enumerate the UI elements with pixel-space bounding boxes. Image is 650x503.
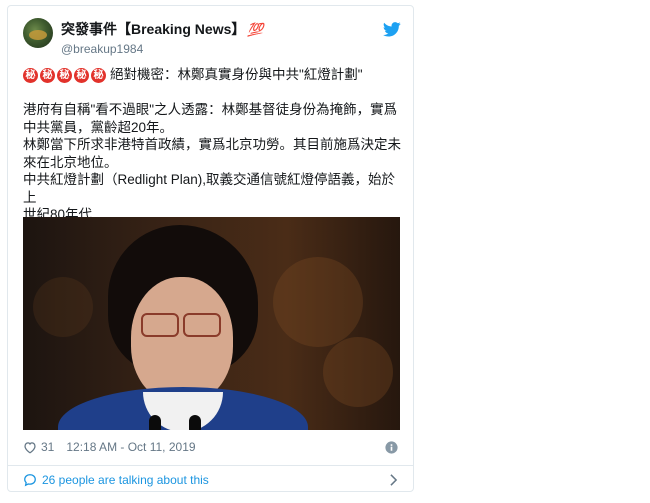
chevron-right-icon (390, 473, 398, 486)
hundred-points-emoji: 💯 (247, 22, 264, 37)
tweet-timestamp[interactable]: 12:18 AM - Oct 11, 2019 (66, 440, 195, 454)
secret-headline-text: 絕對機密：林鄭真實身份與中共"紅燈計劃" (110, 67, 363, 83)
conversation-label: 26 people are talking about this (42, 472, 209, 487)
secret-emoji-icon: 秘 (40, 67, 55, 83)
conversation-link[interactable]: 26 people are talking about this (23, 471, 398, 488)
twitter-bird-icon[interactable] (383, 22, 401, 37)
author-name-text: 突發事件【Breaking News】 (61, 21, 246, 37)
author-display-name[interactable]: 突發事件【Breaking News】 💯 (61, 19, 264, 39)
secret-emoji-icon: 秘 (23, 67, 38, 83)
heart-icon[interactable] (23, 441, 37, 454)
secret-emoji-icon: 秘 (57, 67, 72, 83)
info-icon[interactable] (385, 440, 398, 454)
card-divider (8, 465, 413, 466)
comment-bubble-icon (24, 473, 36, 486)
tweet-text: 秘 秘 秘 秘 秘 絕對機密：林鄭真實身份與中共"紅燈計劃" 港府有自稱"看不過… (23, 66, 405, 224)
avatar[interactable] (23, 18, 53, 48)
tweet-body: 港府有自稱"看不過眼"之人透露：林鄭基督徒身份為掩飾，實爲 中共黨員，黨齡超20… (23, 102, 401, 222)
tweet-meta: 31 12:18 AM - Oct 11, 2019 (23, 439, 398, 455)
secret-headline: 秘 秘 秘 秘 秘 絕對機密：林鄭真實身份與中共"紅燈計劃" (23, 66, 405, 84)
author-handle[interactable]: @breakup1984 (61, 42, 264, 56)
tweet-card[interactable]: 突發事件【Breaking News】 💯 @breakup1984 秘 秘 秘 … (7, 5, 414, 492)
tweet-photo[interactable] (23, 217, 400, 430)
tweet-header: 突發事件【Breaking News】 💯 @breakup1984 (23, 18, 401, 56)
secret-emoji-icon: 秘 (91, 67, 106, 83)
like-count[interactable]: 31 (41, 440, 54, 454)
secret-emoji-icon: 秘 (74, 67, 89, 83)
author-block[interactable]: 突發事件【Breaking News】 💯 @breakup1984 (61, 19, 264, 56)
